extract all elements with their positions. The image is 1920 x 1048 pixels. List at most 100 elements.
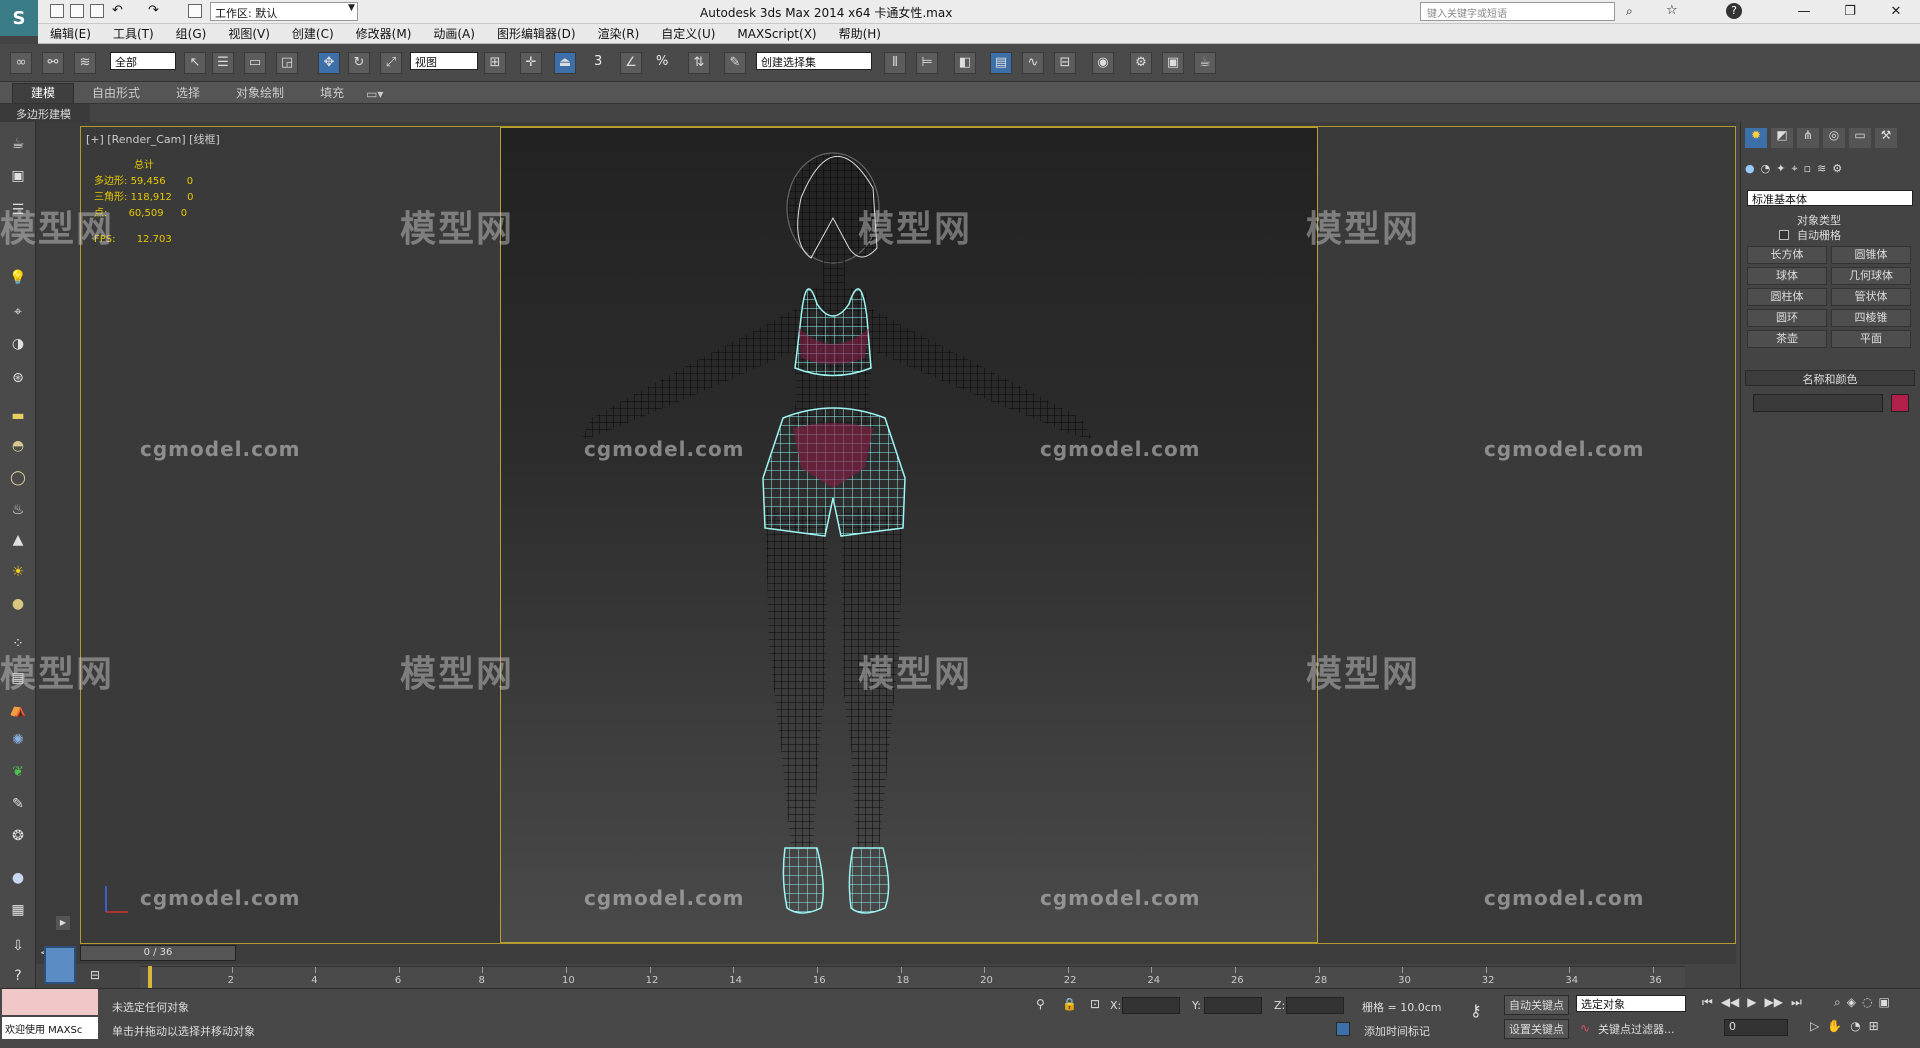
sphere-icon[interactable]: ◯ (6, 466, 30, 490)
shapes-icon[interactable]: ◔ (1761, 162, 1771, 180)
spacewarps-icon[interactable]: ≋ (1817, 162, 1826, 180)
y-coordinate-input[interactable] (1204, 997, 1262, 1014)
goto-start-icon[interactable]: ⏮ (1702, 995, 1713, 1010)
time-slider[interactable]: 0 / 36 (80, 945, 236, 961)
percent-snap-icon[interactable]: % (656, 54, 668, 69)
auto-key-button[interactable]: 自动关键点 (1504, 995, 1569, 1015)
link-icon[interactable]: ∞ (10, 52, 32, 74)
pan-icon[interactable]: ✋ (1827, 1019, 1842, 1033)
geometry-icon[interactable]: ● (1745, 162, 1755, 180)
current-frame-input[interactable]: 0 (1724, 1019, 1788, 1036)
spinner-snap-icon[interactable]: ⇅ (688, 52, 710, 74)
orbit-icon[interactable]: ◌ (1862, 995, 1872, 1010)
lock-icon[interactable]: 🔒 (1062, 997, 1077, 1011)
play-small-icon[interactable]: ▶ (56, 916, 70, 930)
app-logo-icon[interactable]: S (0, 0, 38, 36)
search-input[interactable]: 键入关键字或短语 (1420, 2, 1615, 21)
sun-icon[interactable]: ☀ (6, 560, 30, 584)
help-circle-icon[interactable]: ? (6, 964, 30, 988)
help-button[interactable]: ? (1726, 3, 1742, 19)
unlink-icon[interactable]: ⚯ (42, 52, 64, 74)
menu-views[interactable]: 视图(V) (228, 25, 270, 42)
menu-tools[interactable]: 工具(T) (113, 25, 154, 42)
tube-button[interactable]: 管状体 (1831, 288, 1911, 306)
edit-named-selection-icon[interactable]: ✎ (724, 52, 746, 74)
bind-spacewarp-icon[interactable]: ≋ (74, 52, 96, 74)
snaps-toggle-icon[interactable]: 3 (594, 54, 602, 69)
select-scale-icon[interactable]: ⤢ (380, 52, 402, 74)
sphere-button[interactable]: 球体 (1747, 267, 1827, 285)
photo-icon[interactable]: ▣ (6, 164, 30, 188)
undo-icon[interactable]: ↶ (112, 3, 123, 18)
reference-coord-dropdown[interactable]: 视图 (410, 52, 478, 70)
systems-icon[interactable]: ⚙ (1832, 162, 1842, 180)
menu-group[interactable]: 组(G) (176, 25, 207, 42)
motion-tab-icon[interactable]: ◎ (1823, 128, 1845, 148)
rendered-frame-icon[interactable]: ▣ (1162, 52, 1184, 74)
camera-icon[interactable]: ⌖ (6, 300, 30, 324)
isolate-icon[interactable]: ⚲ (1036, 997, 1045, 1011)
torus-button[interactable]: 圆环 (1747, 309, 1827, 327)
menu-edit[interactable]: 编辑(E) (50, 25, 91, 42)
wrench-icon[interactable]: ◑ (6, 332, 30, 356)
plant-icon[interactable]: ❦ (6, 760, 30, 784)
arc-rotate-icon[interactable]: ◔ (1850, 1019, 1860, 1033)
maxscript-mini-listener[interactable]: 欢迎使用 MAXSc (2, 1017, 98, 1039)
zoom-all-icon[interactable]: ◈ (1847, 995, 1856, 1010)
menu-graph-editors[interactable]: 图形编辑器(D) (497, 25, 576, 42)
key-mode-dropdown[interactable]: 选定对象 (1576, 995, 1686, 1012)
save-file-icon[interactable] (90, 4, 104, 18)
cone-icon[interactable]: ▲ (6, 528, 30, 552)
new-file-icon[interactable] (50, 4, 64, 18)
ribbon-tab-modeling[interactable]: 建模 (12, 83, 75, 103)
window-crossing-icon[interactable]: ◲ (276, 52, 298, 74)
ribbon-tab-populate[interactable]: 填充 (302, 84, 362, 103)
add-time-tag[interactable]: 添加时间标记 (1364, 1023, 1430, 1039)
selection-filter-dropdown[interactable]: 全部 (110, 52, 176, 70)
curve-editor-icon[interactable]: ∿ (1022, 52, 1044, 74)
teapot-icon[interactable]: ☕ (6, 132, 30, 156)
maximize-button[interactable]: ❐ (1836, 2, 1864, 22)
layer-manager-icon[interactable]: ◧ (954, 52, 976, 74)
tent-icon[interactable]: ⛺ (6, 698, 30, 722)
export-icon[interactable]: ⇩ (6, 934, 30, 958)
menu-rendering[interactable]: 渲染(R) (598, 25, 640, 42)
project-folder-icon[interactable] (188, 4, 202, 18)
lights-icon[interactable]: ✦ (1776, 162, 1785, 180)
maxscript-listener[interactable] (2, 989, 98, 1015)
key-filters-button[interactable]: 关键点过滤器... (1598, 1021, 1675, 1037)
ribbon-panel-poly-modeling[interactable]: 多边形建模 (0, 104, 90, 122)
play-icon[interactable]: ▶ (1747, 995, 1756, 1010)
select-object-icon[interactable]: ↖ (184, 52, 206, 74)
menu-create[interactable]: 创建(C) (292, 25, 334, 42)
mini-curve-toggle[interactable] (44, 946, 76, 984)
dome-icon[interactable]: ◓ (6, 434, 30, 458)
record-icon[interactable]: ⊛ (6, 366, 30, 390)
rollout-name-color[interactable]: 名称和颜色 (1745, 370, 1915, 386)
viewport-label[interactable]: [+] [Render_Cam] [线框] (86, 131, 220, 147)
fov-icon[interactable]: ▷ (1810, 1019, 1819, 1033)
min-max-toggle-icon[interactable]: ⊞ (1869, 1019, 1879, 1033)
cylinder-button[interactable]: 圆柱体 (1747, 288, 1827, 306)
absolute-mode-icon[interactable]: ⊡ (1090, 997, 1100, 1011)
object-color-swatch[interactable] (1891, 394, 1909, 412)
shell-icon[interactable]: ❂ (6, 824, 30, 848)
rect-selection-icon[interactable]: ▭ (244, 52, 266, 74)
manipulate-icon[interactable]: ✛ (520, 52, 542, 74)
object-name-input[interactable] (1753, 394, 1883, 412)
maximize-viewport-icon[interactable]: ▣ (1878, 995, 1889, 1010)
binoculars-icon[interactable]: ⌕ (1626, 4, 1633, 19)
timeline-filter-icon[interactable]: ⊟ (90, 968, 114, 986)
select-move-icon[interactable]: ✥ (318, 52, 340, 74)
ribbon-tab-object-paint[interactable]: 对象绘制 (218, 84, 302, 103)
select-by-name-icon[interactable]: ☰ (212, 52, 234, 74)
ribbon-tab-freeform[interactable]: 自由形式 (74, 84, 158, 103)
teapot-small-icon[interactable]: ♨ (6, 498, 30, 522)
select-rotate-icon[interactable]: ↻ (348, 52, 370, 74)
primitive-type-dropdown[interactable]: 标准基本体 (1747, 190, 1913, 206)
time-tag-icon[interactable] (1336, 1022, 1350, 1036)
workspace-dropdown[interactable]: 工作区: 默认 (210, 2, 358, 21)
align-icon[interactable]: ⊨ (916, 52, 938, 74)
modify-tab-icon[interactable]: ◩ (1771, 128, 1793, 148)
chevron-down-icon[interactable]: ▼ (348, 3, 355, 13)
